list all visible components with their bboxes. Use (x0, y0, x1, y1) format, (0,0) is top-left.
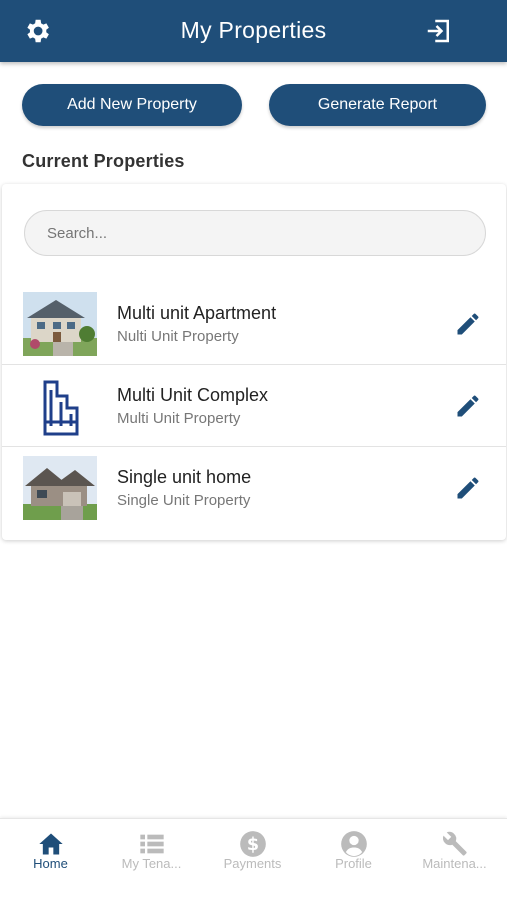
search-input[interactable] (24, 210, 486, 256)
pencil-icon[interactable] (454, 392, 482, 420)
pencil-icon[interactable] (454, 310, 482, 338)
tab-label: Profile (335, 856, 372, 871)
section-title: Current Properties (22, 151, 185, 171)
dollar-icon: $ (240, 831, 266, 857)
property-row[interactable]: Single unit home Single Unit Property (2, 447, 506, 529)
pencil-icon[interactable] (454, 474, 482, 502)
property-row[interactable]: Multi Unit Complex Multi Unit Property (2, 365, 506, 447)
property-name: Multi unit Apartment (117, 303, 277, 323)
property-name: Single unit home (117, 467, 252, 487)
tab-label: Payments (223, 856, 282, 871)
properties-card: Multi unit Apartment Nulti Unit Property… (2, 184, 506, 540)
user-icon (341, 831, 367, 857)
tab-label: Home (33, 856, 68, 871)
property-type: Multi Unit Property (117, 410, 241, 427)
property-type: Nulti Unit Property (117, 328, 239, 345)
home-icon (39, 833, 63, 855)
building-icon (23, 374, 97, 438)
tab-maintenance[interactable]: Maintena... (404, 819, 505, 900)
tab-label: My Tena... (121, 856, 182, 871)
svg-text:$: $ (247, 835, 259, 855)
logout-icon[interactable] (424, 16, 454, 46)
property-name: Multi Unit Complex (117, 385, 269, 405)
list-icon (140, 834, 164, 854)
property-type: Single Unit Property (117, 492, 251, 509)
house-photo (23, 456, 97, 520)
tab-my-tenants[interactable]: My Tena... (101, 819, 202, 900)
bottom-tab-bar: Home My Tena... $ Payments Profile Maint… (0, 818, 507, 900)
tab-home[interactable]: Home (0, 819, 101, 900)
generate-report-button[interactable]: Generate Report (269, 84, 486, 126)
property-row[interactable]: Multi unit Apartment Nulti Unit Property (2, 283, 506, 365)
wrench-icon (442, 831, 467, 856)
house-photo (23, 292, 97, 356)
tab-payments[interactable]: $ Payments (202, 819, 303, 900)
app-header: My Properties (0, 0, 507, 62)
tab-label: Maintena... (422, 856, 487, 871)
add-property-button[interactable]: Add New Property (22, 84, 242, 126)
tab-profile[interactable]: Profile (303, 819, 404, 900)
